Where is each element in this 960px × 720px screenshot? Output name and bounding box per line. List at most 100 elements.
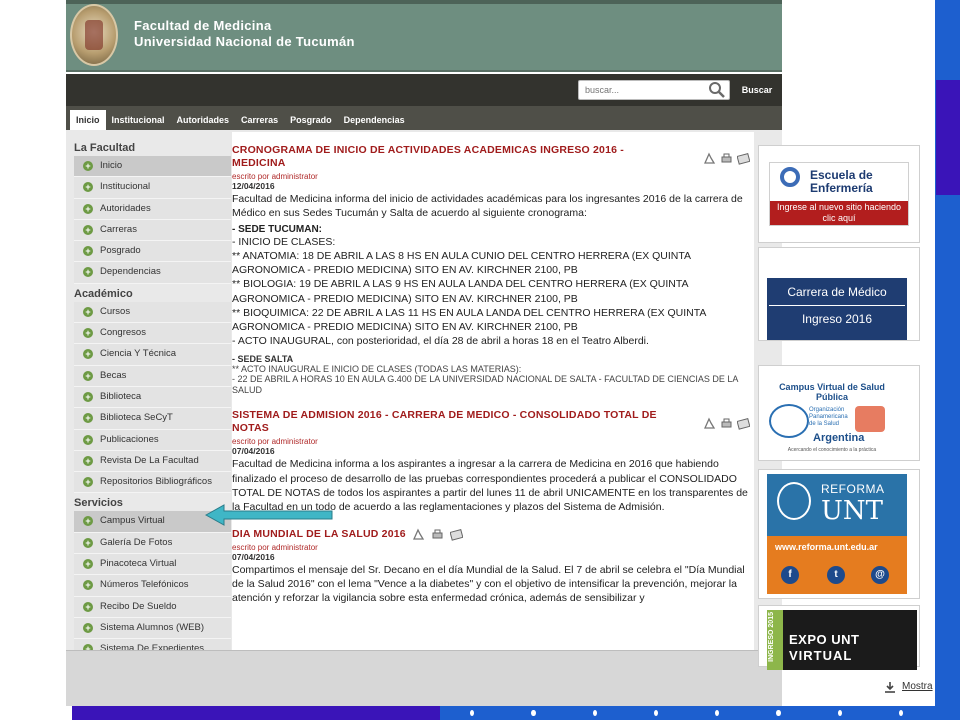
tab-institucional[interactable]: Institucional bbox=[106, 110, 171, 130]
banner-escuela-enfermeria[interactable]: Escuela de Enfermería Ingrese al nuevo s… bbox=[758, 145, 920, 243]
escuela-cta[interactable]: Ingrese al nuevo sitio haciendo clic aqu… bbox=[770, 201, 908, 225]
twitter-icon[interactable]: t bbox=[827, 566, 845, 584]
escuela-title: Escuela de Enfermería bbox=[810, 168, 873, 195]
website-screenshot: Facultad de Medicina Universidad Naciona… bbox=[66, 0, 782, 706]
banner-carrera-medico[interactable]: Carrera de Médico Ingreso 2016 bbox=[758, 247, 920, 341]
search-button[interactable]: Buscar bbox=[738, 80, 776, 100]
banner-reforma-unt[interactable]: REFORMA UNT www.reforma.unt.edu.ar f t @ bbox=[758, 469, 920, 599]
sidebar-item-carreras[interactable]: + Carreras bbox=[74, 219, 231, 242]
plus-icon: + bbox=[83, 580, 93, 591]
download-bar bbox=[66, 650, 782, 706]
sidebar-item-dependencias[interactable]: + Dependencias bbox=[74, 262, 231, 284]
banner-campus-virtual-salud[interactable]: Campus Virtual de Salud Pública Organiza… bbox=[758, 365, 920, 461]
campus-tagline: Acercando el conocimiento a la práctica bbox=[787, 447, 877, 453]
sidebar-item-pinacoteca[interactable]: + Pinacoteca Virtual bbox=[74, 554, 231, 576]
plus-icon: + bbox=[83, 370, 93, 381]
print-icon[interactable] bbox=[720, 152, 733, 165]
article-body: Compartimos el mensaje del Sr. Decano en… bbox=[232, 563, 745, 604]
tab-inicio[interactable]: Inicio bbox=[70, 110, 106, 130]
tab-carreras[interactable]: Carreras bbox=[235, 110, 284, 130]
banner-expo-unt-virtual[interactable]: INGRESO 2015 EXPO UNT VIRTUAL bbox=[758, 605, 920, 670]
plus-icon: + bbox=[83, 182, 93, 193]
carrera-line1: Carrera de Médico bbox=[787, 285, 887, 299]
sede-salta-heading: - SEDE SALTA bbox=[232, 353, 294, 364]
sidebar-item-repositorios[interactable]: + Repositorios Bibliográficos bbox=[74, 472, 231, 494]
sidebar: La Facultad + Inicio + Institucional + Auto… bbox=[74, 132, 231, 661]
site-header: Facultad de Medicina Universidad Naciona… bbox=[66, 0, 782, 72]
pdf-icon[interactable] bbox=[412, 528, 425, 541]
sidebar-item-telefonos[interactable]: + Números Telefónicos bbox=[74, 575, 231, 597]
pdf-icon[interactable] bbox=[703, 152, 716, 165]
sidebar-item-autoridades[interactable]: + Autoridades bbox=[74, 198, 231, 220]
campus-title: Campus Virtual de Salud Pública bbox=[779, 382, 885, 402]
plus-icon: + bbox=[83, 413, 93, 424]
sidebar-item-biblioteca-secyt[interactable]: + Biblioteca SeCyT bbox=[74, 408, 231, 430]
sidebar-item-ciencia[interactable]: + Ciencia Y Técnica bbox=[74, 344, 231, 366]
slide-dots bbox=[470, 706, 960, 720]
unt-label: UNT bbox=[821, 496, 884, 526]
plus-icon: + bbox=[83, 203, 93, 214]
sidebar-item-posgrado[interactable]: + Posgrado bbox=[74, 241, 231, 263]
sede-tucuman-heading: - SEDE TUCUMAN: bbox=[232, 224, 322, 236]
plus-icon: + bbox=[83, 516, 93, 527]
sidebar-item-cursos[interactable]: + Cursos bbox=[74, 301, 231, 324]
article-title[interactable]: SISTEMA DE ADMISION 2016 - CARRERA DE ME… bbox=[232, 409, 692, 435]
tab-dependencias[interactable]: Dependencias bbox=[338, 110, 411, 130]
plus-icon: + bbox=[83, 349, 93, 360]
email-icon[interactable] bbox=[737, 417, 750, 431]
ops-name: Organización Panamericana de la Salud bbox=[809, 407, 848, 427]
sidebar-item-recibo[interactable]: + Recibo De Sueldo bbox=[74, 596, 231, 618]
campus-illustration-icon bbox=[855, 406, 885, 432]
article-date: 07/04/2016 bbox=[232, 446, 275, 457]
plus-icon: + bbox=[83, 601, 93, 612]
search-icon[interactable] bbox=[708, 81, 726, 99]
article-date: 12/04/2016 bbox=[232, 181, 275, 191]
sidebar-item-biblioteca[interactable]: + Biblioteca bbox=[74, 386, 231, 409]
sidebar-item-congresos[interactable]: + Congresos bbox=[74, 323, 231, 345]
article-2: SISTEMA DE ADMISION 2016 - CARRERA DE ME… bbox=[232, 409, 754, 513]
sidebar-item-institucional[interactable]: + Institucional bbox=[74, 177, 231, 199]
plus-icon: + bbox=[83, 306, 93, 317]
plus-icon: + bbox=[83, 537, 93, 548]
print-icon[interactable] bbox=[431, 528, 444, 541]
plus-icon: + bbox=[83, 246, 93, 257]
campus-country: Argentina bbox=[813, 432, 865, 444]
sidebar-item-galeria[interactable]: + Galería De Fotos bbox=[74, 532, 231, 555]
bioquimica-line: ** BIOQUIMICA: 22 DE ABRIL A LAS 11 HS E… bbox=[232, 306, 706, 333]
article-3: DIA MUNDIAL DE LA SALUD 2016 escrito por… bbox=[232, 528, 754, 605]
show-all-downloads-link[interactable]: Mostra bbox=[902, 681, 933, 692]
faculty-logo[interactable] bbox=[70, 4, 118, 66]
download-icon[interactable] bbox=[884, 681, 896, 693]
email-icon[interactable]: @ bbox=[871, 566, 889, 584]
expo-vertical-label: INGRESO 2015 bbox=[768, 612, 775, 662]
pdf-icon[interactable] bbox=[703, 417, 716, 430]
sidebar-section-academico: Académico bbox=[74, 287, 133, 300]
print-icon[interactable] bbox=[720, 417, 733, 430]
sidebar-item-alumnos[interactable]: + Sistema Alumnos (WEB) bbox=[74, 617, 231, 640]
reforma-url[interactable]: www.reforma.unt.edu.ar bbox=[775, 542, 878, 552]
main-nav: Inicio Institucional Autoridades Carrera… bbox=[66, 106, 782, 130]
escuela-logo-icon bbox=[780, 167, 800, 187]
email-icon[interactable] bbox=[449, 528, 463, 541]
plus-icon: + bbox=[83, 161, 93, 171]
plus-icon: + bbox=[83, 622, 93, 633]
article-intro: Facultad de Medicina informa del inicio … bbox=[232, 193, 743, 220]
article-title[interactable]: DIA MUNDIAL DE LA SALUD 2016 bbox=[232, 528, 406, 541]
slide-purple-strip bbox=[936, 80, 960, 195]
tab-autoridades[interactable]: Autoridades bbox=[171, 110, 236, 130]
salta-line-1: ** ACTO INAUGURAL E INICIO DE CLASES (TO… bbox=[232, 363, 522, 374]
sidebar-item-revista[interactable]: + Revista De La Facultad bbox=[74, 450, 231, 473]
facebook-icon[interactable]: f bbox=[781, 566, 799, 584]
acto-inaugural-line: - ACTO INAUGURAL, con posterioridad, el … bbox=[232, 334, 649, 347]
email-icon[interactable] bbox=[737, 152, 750, 165]
plus-icon: + bbox=[83, 391, 93, 402]
sidebar-item-becas[interactable]: + Becas bbox=[74, 365, 231, 387]
plus-icon: + bbox=[83, 477, 93, 488]
article-title[interactable]: CRONOGRAMA DE INICIO DE ACTIVIDADES ACAD… bbox=[232, 144, 652, 170]
news-content: CRONOGRAMA DE INICIO DE ACTIVIDADES ACAD… bbox=[232, 132, 754, 650]
sidebar-item-publicaciones[interactable]: + Publicaciones bbox=[74, 429, 231, 451]
article-tools bbox=[703, 417, 750, 431]
anatomia-line: ** ANATOMIA: 18 DE ABRIL A LAS 8 HS EN A… bbox=[232, 250, 691, 277]
tab-posgrado[interactable]: Posgrado bbox=[284, 110, 338, 130]
sidebar-item-inicio[interactable]: + Inicio bbox=[74, 156, 231, 178]
